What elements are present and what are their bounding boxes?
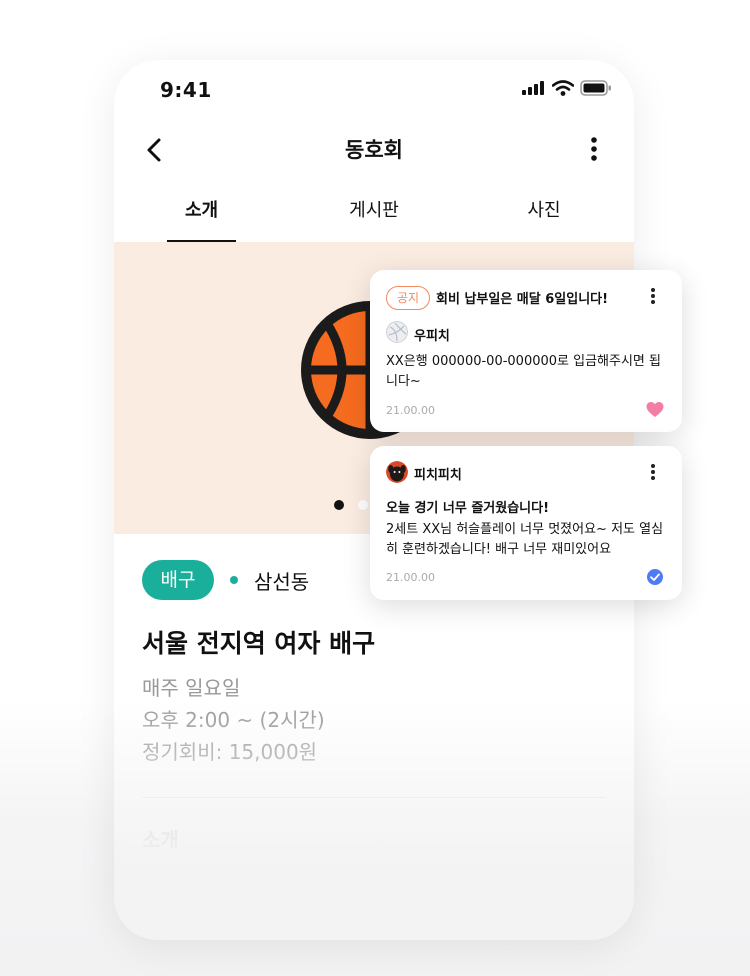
post-author: 피치피치 <box>414 468 462 483</box>
battery-icon <box>580 80 611 96</box>
post-date: 21.00.00 <box>386 404 435 417</box>
more-vertical-icon[interactable] <box>650 287 656 305</box>
divider <box>142 797 606 798</box>
notice-headline: 회비 납부일은 매달 6일입니다! <box>436 292 609 307</box>
post-card[interactable]: 피치피치 오늘 경기 너무 즐거웠습니다! 2세트 XX님 허슬플레이 너무 멋… <box>370 446 682 600</box>
post-author: 우피치 <box>414 329 450 344</box>
category-badge: 배구 <box>142 560 214 600</box>
signal-icon <box>522 81 544 95</box>
more-vertical-icon[interactable] <box>588 136 600 162</box>
membership-fee: 정기회비: 15,000원 <box>142 740 318 764</box>
dog-avatar <box>386 461 408 483</box>
tab-label: 사진 <box>527 200 561 221</box>
notice-card[interactable]: 공지 회비 납부일은 매달 6일입니다! 우피치 XX은행 000000-00-… <box>370 270 682 432</box>
tab-bar: 소개 게시판 사진 <box>114 188 634 244</box>
schedule-time: 오후 2:00 ~ (2시간) <box>142 708 325 732</box>
check-circle-icon[interactable] <box>646 568 664 586</box>
status-time: 9:41 <box>160 78 212 102</box>
tab-label: 소개 <box>184 200 219 221</box>
tab-board[interactable]: 게시판 <box>324 188 424 242</box>
location-text: 삼선동 <box>254 570 310 594</box>
club-title: 서울 전지역 여자 배구 <box>142 629 376 658</box>
wifi-icon <box>552 80 574 96</box>
schedule-day: 매주 일요일 <box>142 676 241 700</box>
tab-photos[interactable]: 사진 <box>504 188 584 242</box>
notice-tag: 공지 <box>386 286 430 310</box>
page-title: 동호회 <box>345 138 403 162</box>
carousel-dot[interactable] <box>358 500 368 510</box>
carousel-dot[interactable] <box>334 500 344 510</box>
post-headline: 오늘 경기 너무 즐거웠습니다! <box>386 501 550 516</box>
tab-label: 게시판 <box>349 200 399 221</box>
tab-intro[interactable]: 소개 <box>167 188 236 244</box>
status-icons <box>522 80 612 96</box>
heart-icon[interactable] <box>646 401 664 419</box>
post-date: 21.00.00 <box>386 571 435 584</box>
post-body: 2세트 XX님 허슬플레이 너무 멋졌어요~ 저도 열심히 훈련하겠습니다! 배… <box>386 522 664 557</box>
more-vertical-icon[interactable] <box>650 463 656 481</box>
volleyball-avatar <box>386 321 408 343</box>
location-dot <box>230 576 238 584</box>
section-intro-label: 소개 <box>142 828 179 852</box>
post-body: XX은행 000000-00-000000로 입금해주시면 됩니다~ <box>386 354 661 389</box>
